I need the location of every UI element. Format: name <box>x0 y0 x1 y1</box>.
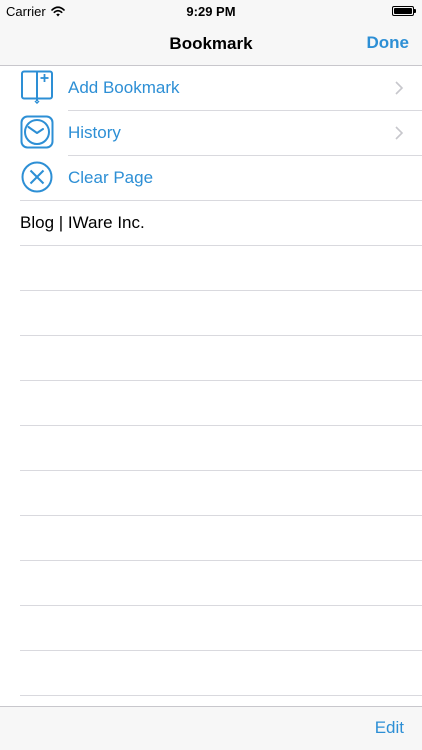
separator <box>20 695 422 696</box>
empty-row <box>0 246 422 291</box>
battery-nub <box>414 9 416 13</box>
menu-item-history[interactable]: History <box>0 111 422 156</box>
empty-row <box>0 651 422 696</box>
clear-icon <box>21 161 53 193</box>
empty-row <box>0 426 422 471</box>
clock-icon <box>20 115 54 149</box>
bookmark-title: Blog | IWare Inc. <box>20 213 145 232</box>
empty-row <box>0 516 422 561</box>
navigation-bar: Bookmark Done <box>0 22 422 66</box>
empty-row <box>0 336 422 381</box>
empty-row <box>0 471 422 516</box>
bookmark-list: Add Bookmark History Clear Page Blog | I… <box>0 66 422 696</box>
add-bookmark-icon <box>21 70 53 104</box>
menu-item-clear-page[interactable]: Clear Page <box>0 156 422 201</box>
edit-button[interactable]: Edit <box>375 718 404 738</box>
empty-row <box>0 561 422 606</box>
page-title: Bookmark <box>169 34 253 53</box>
menu-item-add-bookmark[interactable]: Add Bookmark <box>0 66 422 111</box>
empty-row <box>0 291 422 336</box>
empty-row <box>0 606 422 651</box>
add-bookmark-label: Add Bookmark <box>68 78 180 97</box>
empty-row <box>0 381 422 426</box>
battery-fill <box>394 8 412 14</box>
status-time: 9:29 PM <box>186 4 236 19</box>
history-label: History <box>68 123 121 142</box>
bottom-toolbar: Edit <box>0 706 422 750</box>
chevron-right-icon <box>395 81 404 95</box>
done-button[interactable]: Done <box>367 33 410 53</box>
clear-page-label: Clear Page <box>68 168 154 187</box>
battery-icon <box>392 6 416 16</box>
list-item-bookmark[interactable]: Blog | IWare Inc. <box>0 201 422 246</box>
status-bar: Carrier 9:29 PM <box>0 0 422 22</box>
chevron-right-icon <box>395 126 404 140</box>
